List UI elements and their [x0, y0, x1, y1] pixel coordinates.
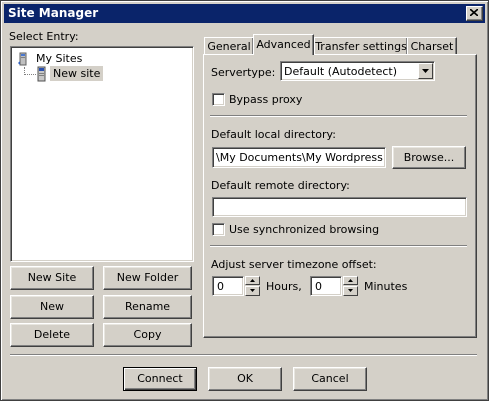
- ok-button[interactable]: OK: [208, 367, 282, 391]
- title-bar[interactable]: Site Manager: [4, 4, 485, 23]
- minutes-label: Minutes: [364, 280, 408, 293]
- dropdown-button[interactable]: [418, 63, 433, 79]
- bypass-proxy-checkbox[interactable]: [212, 93, 225, 106]
- server-icon: [37, 66, 46, 82]
- default-local-directory-value: \My Documents\My Wordpress Site: [216, 151, 385, 164]
- new-site-button[interactable]: New Site: [10, 266, 94, 290]
- chevron-down-icon: [422, 69, 429, 73]
- close-icon: [470, 9, 478, 16]
- hours-input[interactable]: 0: [212, 276, 244, 296]
- cancel-button[interactable]: Cancel: [293, 367, 367, 391]
- minutes-value: 0: [315, 280, 322, 293]
- spin-up-icon: [348, 279, 353, 282]
- default-local-directory-input[interactable]: \My Documents\My Wordpress Site: [212, 147, 386, 168]
- servertype-value: Default (Autodetect): [284, 65, 398, 78]
- browse-button[interactable]: Browse...: [392, 146, 466, 169]
- tab-transfer-settings[interactable]: Transfer settings: [314, 37, 408, 54]
- separator: [210, 115, 467, 117]
- tree-root-label: My Sites: [36, 52, 83, 65]
- tab-advanced[interactable]: Advanced: [253, 34, 314, 55]
- hours-up-button[interactable]: [245, 276, 260, 285]
- separator: [210, 245, 467, 247]
- window-title: Site Manager: [8, 6, 99, 20]
- rename-button[interactable]: Rename: [103, 295, 192, 319]
- tree-connector: [24, 74, 36, 75]
- new-bookmark-button[interactable]: New Bookmark: [10, 295, 94, 334]
- site-tree[interactable]: My Sites New site: [10, 46, 194, 262]
- folder-icon: [18, 52, 27, 66]
- hours-value: 0: [217, 280, 224, 293]
- close-button[interactable]: [466, 6, 483, 21]
- bypass-proxy-label: Bypass proxy: [229, 93, 303, 106]
- minutes-down-button[interactable]: [343, 286, 358, 296]
- select-entry-label: Select Entry:: [9, 30, 79, 43]
- hours-label: Hours,: [266, 280, 302, 293]
- spin-up-icon: [250, 279, 255, 282]
- servertype-label: Servertype:: [211, 66, 276, 79]
- site-manager-window: Site Manager Select Entry: My Sites New …: [0, 0, 489, 401]
- default-local-directory-label: Default local directory:: [211, 128, 336, 141]
- default-remote-directory-input[interactable]: [212, 197, 467, 217]
- separator: [10, 354, 477, 356]
- spin-down-icon: [250, 289, 255, 292]
- minutes-input[interactable]: 0: [310, 276, 342, 296]
- copy-button[interactable]: Copy: [103, 323, 192, 347]
- minutes-up-button[interactable]: [343, 276, 358, 285]
- new-folder-button[interactable]: New Folder: [103, 266, 192, 290]
- tab-charset[interactable]: Charset: [407, 37, 457, 54]
- tree-child-label: New site: [50, 66, 104, 81]
- connect-button[interactable]: Connect: [123, 367, 197, 391]
- default-remote-directory-label: Default remote directory:: [211, 179, 350, 192]
- spin-down-icon: [348, 289, 353, 292]
- hours-down-button[interactable]: [245, 286, 260, 296]
- timezone-offset-label: Adjust server timezone offset:: [211, 258, 377, 271]
- delete-button[interactable]: Delete: [10, 323, 94, 347]
- tab-general[interactable]: General: [204, 37, 254, 54]
- synchronized-browsing-label: Use synchronized browsing: [229, 223, 380, 236]
- servertype-select[interactable]: Default (Autodetect): [280, 61, 435, 81]
- synchronized-browsing-checkbox[interactable]: [212, 223, 225, 236]
